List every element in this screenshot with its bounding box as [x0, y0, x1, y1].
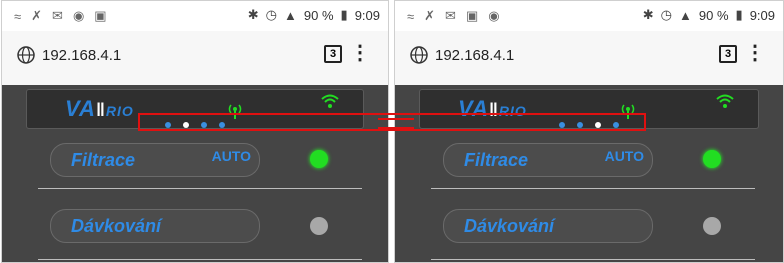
- browser-address-bar[interactable]: 192.168.4.1 3 ⋮: [395, 31, 783, 86]
- browser-address-bar[interactable]: 192.168.4.1 3 ⋮: [2, 31, 388, 86]
- image-icon: ▣: [465, 8, 479, 23]
- dosing-label: Dávkování: [464, 216, 555, 236]
- system-indicators: ✱ ◷ ▲ 90 % ▮ 9:09: [248, 7, 380, 23]
- filtration-button[interactable]: Filtrace AUTO: [443, 143, 653, 177]
- divider: [431, 188, 755, 189]
- vario-app: VA‖RIO Filtrace AUTO Dávkování: [395, 85, 783, 262]
- battery-icon: ▮: [340, 7, 348, 22]
- dosing-status-led: [703, 217, 721, 235]
- phone-screenshot-left: ≈ ✗ ✉ ◉ ▣ ✱ ◷ ▲ 90 % ▮ 9:09 192.168.4.1 …: [1, 0, 389, 263]
- bluetooth-icon: ✱: [642, 7, 654, 22]
- clock-time: 9:09: [749, 7, 775, 23]
- wifi-icon: [321, 94, 339, 108]
- browser-menu-icon[interactable]: ⋮: [350, 43, 370, 63]
- mail-icon: ✉: [52, 8, 63, 23]
- filtration-status-led: [703, 150, 721, 168]
- notification-icons: ≈ ✗ ✉ ◉ ▣: [14, 8, 107, 24]
- notification-icons: ≈ ✗ ✉ ▣ ◉: [407, 8, 500, 24]
- mail-icon: ✉: [445, 8, 456, 23]
- dosing-status-led: [310, 217, 328, 235]
- divider: [38, 259, 362, 260]
- status-bar: ≈ ✗ ✉ ◉ ▣ ✱ ◷ ▲ 90 % ▮ 9:09: [2, 1, 388, 31]
- globe-icon: [410, 46, 428, 64]
- tab-switcher-button[interactable]: 3: [719, 45, 737, 63]
- browser-menu-icon[interactable]: ⋮: [745, 43, 765, 63]
- highlight-connector: [378, 118, 414, 129]
- globe-icon: [17, 46, 35, 64]
- wifi-notification-icon: ≈: [14, 8, 22, 24]
- divider: [38, 188, 362, 189]
- signal-icon: ▲: [284, 7, 297, 23]
- tab-switcher-button[interactable]: 3: [324, 45, 342, 63]
- missed-call-icon: ✗: [424, 8, 436, 23]
- phone-screenshot-right: ≈ ✗ ✉ ▣ ◉ ✱ ◷ ▲ 90 % ▮ 9:09 192.168.4.1 …: [394, 0, 784, 263]
- image-icon: ▣: [94, 8, 107, 23]
- filtration-status-led: [310, 150, 328, 168]
- battery-percent: 90 %: [303, 7, 334, 23]
- missed-call-icon: ✗: [31, 8, 43, 23]
- dosing-button[interactable]: Dávkování: [50, 209, 260, 243]
- mode-badge: AUTO: [604, 148, 644, 164]
- filtration-label: Filtrace: [71, 150, 136, 170]
- dosing-button[interactable]: Dávkování: [443, 209, 653, 243]
- url-text[interactable]: 192.168.4.1: [42, 47, 121, 64]
- wifi-icon: [716, 94, 734, 108]
- system-indicators: ✱ ◷ ▲ 90 % ▮ 9:09: [643, 7, 775, 23]
- alarm-icon: ◷: [660, 7, 673, 22]
- vario-app: VA‖RIO Filtrace AUTO Dávkování: [2, 85, 388, 262]
- alarm-icon: ◷: [265, 7, 278, 22]
- app-notification-icon: ◉: [488, 8, 500, 23]
- mode-badge: AUTO: [211, 148, 251, 164]
- signal-icon: ▲: [679, 7, 692, 23]
- filtration-label: Filtrace: [464, 150, 529, 170]
- bluetooth-icon: ✱: [247, 7, 259, 22]
- battery-percent: 90 %: [698, 7, 729, 23]
- app-notification-icon: ◉: [72, 8, 85, 23]
- filtration-button[interactable]: Filtrace AUTO: [50, 143, 260, 177]
- battery-icon: ▮: [735, 7, 743, 22]
- dosing-label: Dávkování: [71, 216, 162, 236]
- vario-logo: VA‖RIO: [65, 96, 134, 121]
- status-bar: ≈ ✗ ✉ ▣ ◉ ✱ ◷ ▲ 90 % ▮ 9:09: [395, 1, 783, 31]
- clock-time: 9:09: [354, 7, 380, 23]
- wifi-notification-icon: ≈: [407, 8, 415, 24]
- divider: [431, 259, 755, 260]
- url-text[interactable]: 192.168.4.1: [435, 47, 514, 64]
